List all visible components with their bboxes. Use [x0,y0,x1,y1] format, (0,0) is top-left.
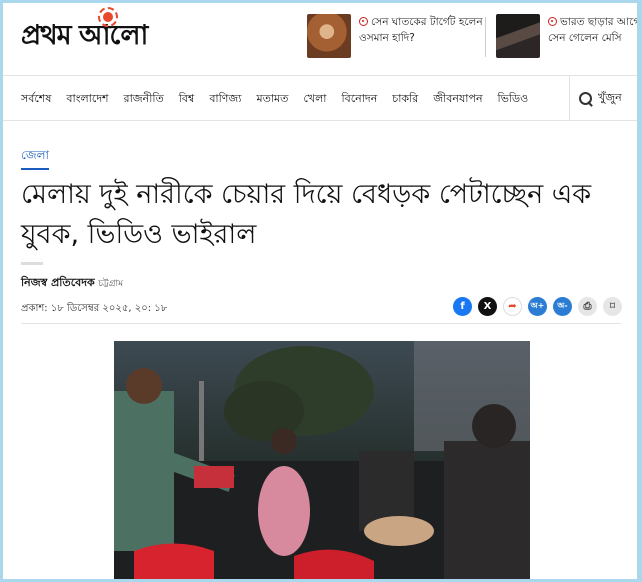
font-increase-icon[interactable]: অ+ [528,297,547,316]
nav-item-sports[interactable]: খেলা [303,90,326,109]
search-label: খুঁজুন [598,91,622,104]
promo-divider [485,17,486,57]
main-navigation: সর্বশেষ বাংলাদেশ রাজনীতি বিশ্ব বাণিজ্য ম… [3,75,637,121]
author-line: নিজস্ব প্রতিবেদক চট্টগ্রাম [21,274,123,293]
headline-rule [21,262,43,265]
nav-item-politics[interactable]: রাজনীতি [124,90,164,109]
nav-item-lifestyle[interactable]: জীবনযাপন [433,90,482,109]
promo-thumbnail-2 [496,14,540,58]
nav-item-video[interactable]: ভিডিও [498,90,529,109]
nav-item-opinion[interactable]: মতামত [256,90,288,109]
nav-item-entertainment[interactable]: বিনোদন [341,90,377,109]
nav-item-business[interactable]: বাণিজ্য [209,90,241,109]
promo-story-1[interactable]: সেন ঘাতকের টার্গেট হলেন ওসমান হাদি? [307,14,489,58]
nav-item-bangladesh[interactable]: বাংলাদেশ [66,90,108,109]
font-decrease-icon[interactable]: অ- [553,297,572,316]
share-bar: f X ➦ অ+ অ- ⎙ ⌑ [453,297,622,316]
nav-list: সর্বশেষ বাংলাদেশ রাজনীতি বিশ্ব বাণিজ্য ম… [21,90,528,109]
article-lead-image[interactable] [114,341,530,579]
site-logo[interactable]: প্রথম আলো [21,17,148,57]
author-location: চট্টগ্রাম [98,279,124,289]
promo-title-2: ভারত ছাড়ার আগে বাড়িতে সেন গেলেন মেসি [548,16,637,44]
meta-divider [21,323,621,324]
logo-sun-icon [103,12,113,22]
bookmark-icon[interactable]: ⌑ [603,297,622,316]
nav-item-world[interactable]: বিশ্ব [179,90,195,109]
lead-photo-scene [114,341,530,579]
section-link[interactable]: জেলা [21,147,50,170]
masthead: প্রথম আলো সেন ঘাতকের টার্গেট হলেন ওসমান … [3,3,637,75]
nav-item-latest[interactable]: সর্বশেষ [21,90,51,109]
search-button[interactable]: খুঁজুন [579,89,622,108]
page-frame: প্রথম আলো সেন ঘাতকের টার্গেট হলেন ওসমান … [3,3,637,579]
promo-thumbnail-1 [307,14,351,58]
search-icon [579,91,593,106]
logo-text: প্রথম আলো [21,19,148,51]
article-headline: মেলায় দুই নারীকে চেয়ার দিয়ে বেধড়ক পে… [21,179,592,250]
print-icon[interactable]: ⎙ [578,297,597,316]
promo-text-1: সেন ঘাতকের টার্গেট হলেন ওসমান হাদি? [359,14,489,58]
live-icon [548,17,557,26]
share-icon[interactable]: ➦ [503,297,522,316]
x-twitter-icon[interactable]: X [478,297,497,316]
nav-divider [569,76,570,120]
publish-date: প্রকাশ: ১৮ ডিসেম্বর ২০২৫, ২০: ১৮ [21,303,168,314]
promo-story-2[interactable]: ভারত ছাড়ার আগে বাড়িতে সেন গেলেন মেসি [496,14,637,58]
live-icon [359,17,368,26]
promo-text-2: ভারত ছাড়ার আগে বাড়িতে সেন গেলেন মেসি [548,14,637,58]
promo-title-1: সেন ঘাতকের টার্গেট হলেন ওসমান হাদি? [359,16,483,44]
nav-item-jobs[interactable]: চাকরি [392,90,418,109]
facebook-icon[interactable]: f [453,297,472,316]
author-name[interactable]: নিজস্ব প্রতিবেদক [21,276,95,289]
